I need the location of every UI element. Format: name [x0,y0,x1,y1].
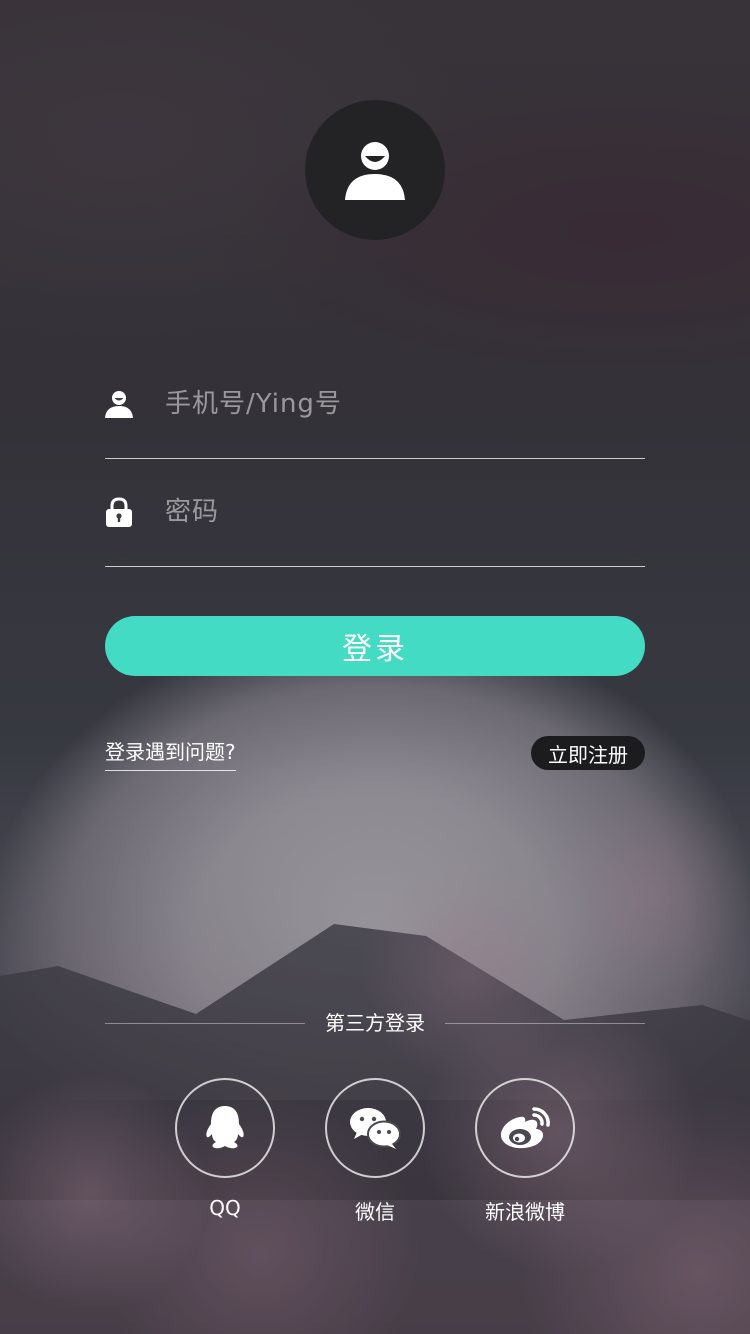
username-input[interactable] [163,388,645,420]
divider-right [445,1023,645,1024]
qq-penguin-icon [206,1106,244,1149]
user-icon [105,389,133,419]
qq-label: QQ [209,1196,241,1220]
register-button[interactable]: 立即注册 [531,736,645,770]
wechat-login-button[interactable]: 微信 [325,1078,425,1225]
user-avatar-icon [345,142,405,200]
divider-left [105,1023,305,1024]
weibo-login-button[interactable]: 新浪微博 [475,1078,575,1225]
wechat-label: 微信 [355,1200,395,1224]
password-field[interactable] [105,458,645,567]
wechat-circle[interactable] [325,1078,425,1178]
weibo-label: 新浪微博 [485,1200,565,1224]
weibo-icon [500,1107,550,1149]
login-trouble-link[interactable]: 登录遇到问题? [105,738,236,771]
weibo-circle[interactable] [475,1078,575,1178]
wechat-icon [350,1108,401,1149]
qq-circle[interactable] [175,1078,275,1178]
avatar[interactable] [305,100,445,240]
lock-icon [105,497,133,527]
third-party-title: 第三方登录 [325,1011,425,1035]
qq-login-button[interactable]: QQ [175,1078,275,1220]
password-input[interactable] [163,496,645,528]
login-button[interactable]: 登录 [105,616,645,676]
username-field[interactable] [105,350,645,459]
